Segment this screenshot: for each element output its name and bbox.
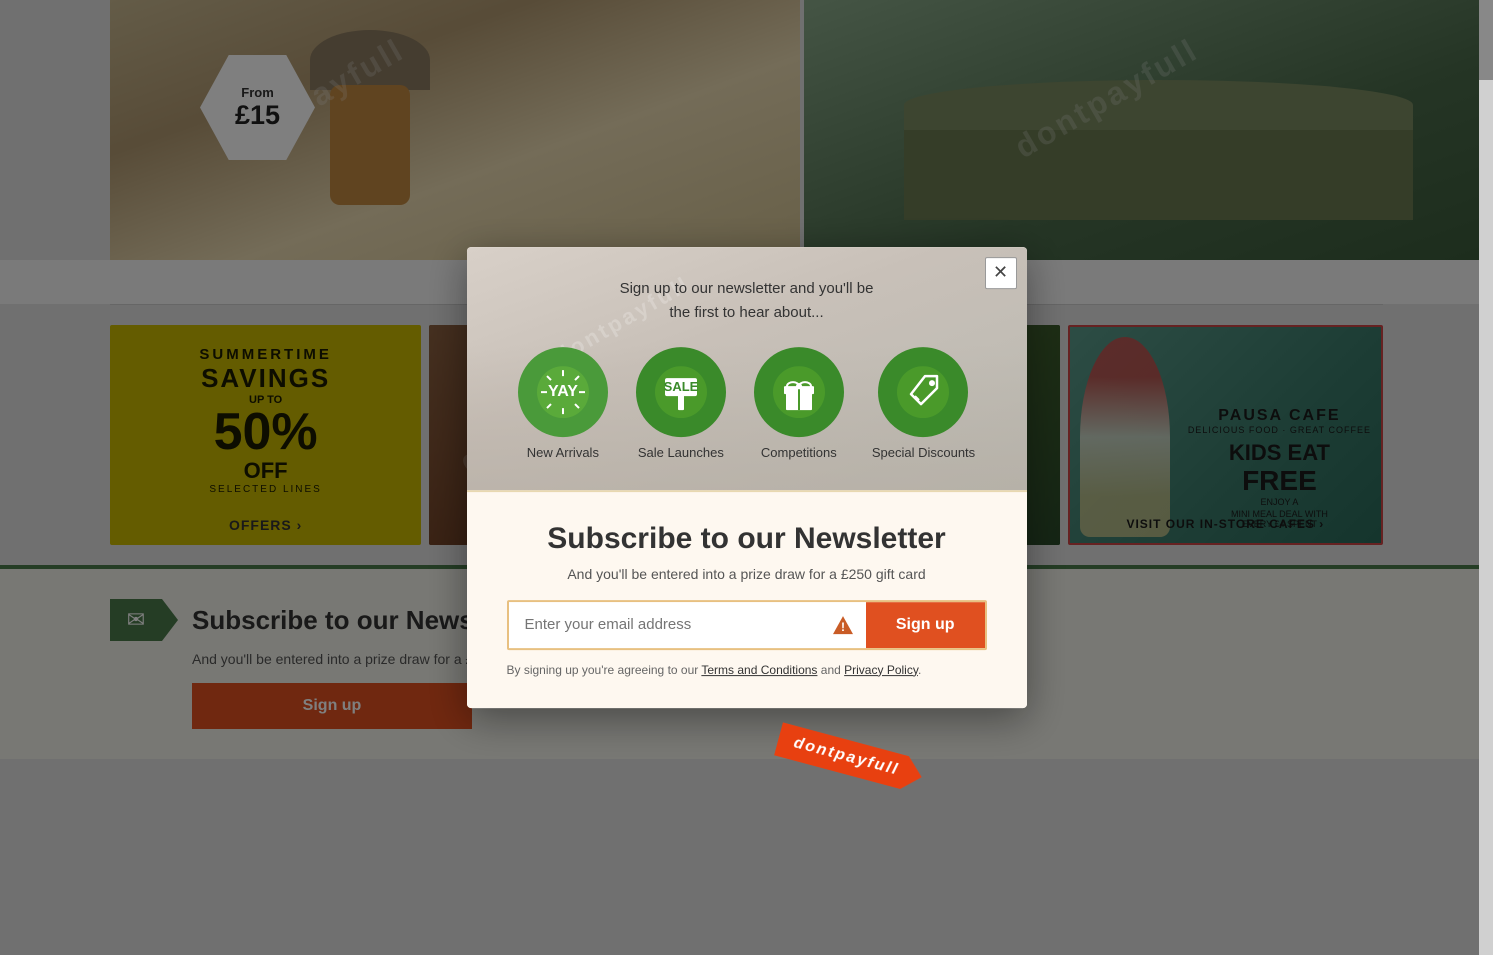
email-input-row: ! Sign up	[507, 600, 987, 650]
newsletter-popup: ✕ dontpayfull Sign up to our newsletter …	[467, 247, 1027, 709]
popup-title: Subscribe to our Newsletter	[507, 522, 987, 556]
icon-new-arrivals: YAY New Arrivals	[518, 347, 608, 460]
svg-text:YAY: YAY	[548, 383, 578, 400]
popup-header-text: Sign up to our newsletter and you'll be …	[507, 277, 987, 325]
signup-button[interactable]: Sign up	[866, 602, 985, 648]
svg-text:!: !	[841, 620, 845, 634]
special-discounts-label: Special Discounts	[872, 445, 975, 460]
terms-suffix: .	[918, 663, 921, 677]
popup-subtitle: And you'll be entered into a prize draw …	[507, 566, 987, 582]
terms-and: and	[817, 663, 844, 677]
icon-sale-launches: SALE Sale Launches	[636, 347, 726, 460]
new-arrivals-label: New Arrivals	[527, 445, 599, 460]
terms-link1[interactable]: Terms and Conditions	[701, 663, 817, 677]
popup-bottom-section: Subscribe to our Newsletter And you'll b…	[467, 490, 1027, 709]
warning-icon: !	[820, 602, 866, 648]
popup-header-line1: Sign up to our newsletter and you'll be	[620, 280, 874, 297]
popup-top-section: dontpayfull Sign up to our newsletter an…	[467, 247, 1027, 490]
scrollbar-track[interactable]	[1479, 0, 1493, 955]
svg-text:SALE: SALE	[663, 379, 698, 394]
popup-header-content: Sign up to our newsletter and you'll be …	[507, 277, 987, 460]
competitions-circle	[754, 347, 844, 437]
popup-header-line2: the first to hear about...	[669, 304, 823, 321]
terms-prefix: By signing up you're agreeing to our	[507, 663, 702, 677]
sale-launches-label: Sale Launches	[638, 445, 724, 460]
scrollbar-thumb[interactable]	[1479, 0, 1493, 80]
new-arrivals-circle: YAY	[518, 347, 608, 437]
icon-special-discounts: Special Discounts	[872, 347, 975, 460]
terms-text: By signing up you're agreeing to our Ter…	[507, 662, 987, 679]
popup-close-button[interactable]: ✕	[985, 257, 1017, 289]
special-discounts-circle	[878, 347, 968, 437]
competitions-label: Competitions	[761, 445, 837, 460]
email-input[interactable]	[509, 602, 820, 648]
terms-link2[interactable]: Privacy Policy	[844, 663, 918, 677]
popup-icons-row: YAY New Arrivals	[507, 347, 987, 460]
icon-competitions: Competitions	[754, 347, 844, 460]
sale-launches-circle: SALE	[636, 347, 726, 437]
